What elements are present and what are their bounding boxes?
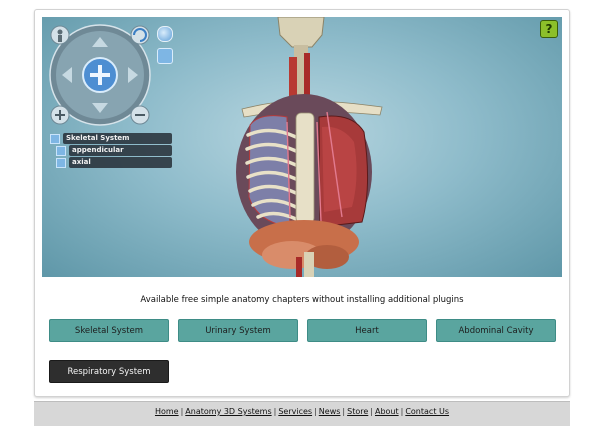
content-card: ? Skeletal System appendicular axial Ava…: [34, 9, 570, 397]
footer-link-contact-us[interactable]: Contact Us: [405, 407, 449, 416]
help-button[interactable]: ?: [540, 20, 558, 38]
chapter-button-heart[interactable]: Heart: [307, 319, 427, 342]
footer: Home | Anatomy 3D Systems | Services | News | St…: [34, 401, 570, 426]
chapter-button-abdominal-cavity[interactable]: Abdominal Cavity: [436, 319, 556, 342]
navigation-pad[interactable]: [48, 23, 160, 129]
footer-link-about[interactable]: About: [375, 407, 399, 416]
chapter-button-urinary-system[interactable]: Urinary System: [178, 319, 298, 342]
footer-link-store[interactable]: Store: [347, 407, 368, 416]
anatomy-3d-viewer[interactable]: ? Skeletal System appendicular axial: [42, 17, 562, 277]
layer-checkbox[interactable]: [56, 146, 66, 156]
chapter-button-respiratory-system[interactable]: Respiratory System: [49, 360, 169, 383]
footer-link-home[interactable]: Home: [155, 407, 179, 416]
layer-label: axial: [69, 157, 172, 168]
view-toggle[interactable]: [157, 48, 173, 64]
layer-label: Skeletal System: [63, 133, 172, 144]
tagline: Available free simple anatomy chapters w…: [140, 295, 464, 305]
layer-checkbox[interactable]: [56, 158, 66, 168]
footer-link-anatomy-3d-systems[interactable]: Anatomy 3D Systems: [185, 407, 271, 416]
transparency-toggle[interactable]: [157, 26, 173, 42]
chapter-button-skeletal-system[interactable]: Skeletal System: [49, 319, 169, 342]
layer-label: appendicular: [69, 145, 172, 156]
layer-checkbox[interactable]: [50, 134, 60, 144]
footer-links: Home | Anatomy 3D Systems | Services | News | St…: [154, 407, 450, 416]
footer-link-services[interactable]: Services: [278, 407, 312, 416]
footer-link-news[interactable]: News: [319, 407, 341, 416]
